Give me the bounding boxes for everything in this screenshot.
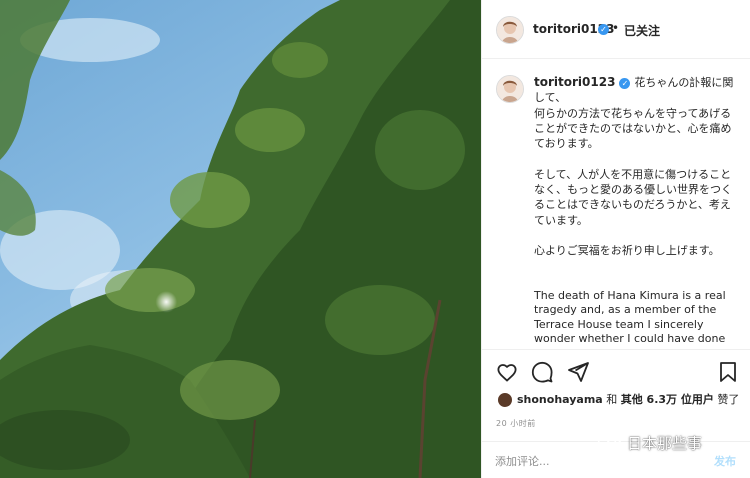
post-side-panel: toritori0123 ✓ • 已关注 toritori0123 ✓ 花ちゃんの訃… [481,0,750,478]
caption-en-paragraph: The death of Hana Kimura is a real trage… [534,288,730,346]
bookmark-icon[interactable] [716,360,740,384]
caption-username[interactable]: toritori0123 [534,75,615,89]
share-icon[interactable] [566,360,590,384]
tree-canopy-image [0,0,481,478]
wechat-watermark: 日本那些事 [597,432,702,456]
post-caption: toritori0123 ✓ 花ちゃんの訃報に関して、 何らかの方法で花ちゃんを守っ… [534,75,734,347]
comment-input[interactable]: 添加评论... [495,453,550,469]
watermark-text: 日本那些事 [627,434,703,453]
caption-ja-paragraph-2: そして、人が人を不用意に傷つけることなく、もっと愛のある優しい世界をつくることは… [534,167,732,227]
post-photo[interactable] [0,0,481,478]
liker-avatar[interactable] [498,393,512,407]
post-header: toritori0123 ✓ • 已关注 [482,0,750,59]
separator-dot: • [612,21,620,35]
verified-badge-icon: ✓ [619,77,631,89]
follow-status-button[interactable]: 已关注 [624,22,660,39]
caption-ja-paragraph-3: 心よりご冥福をお祈り申し上げます。 [534,244,720,258]
likes-suffix: 赞了 [717,393,740,406]
comment-icon[interactable] [530,360,554,384]
post-comment-button[interactable]: 发布 [714,453,736,469]
instagram-post-window: toritori0123 ✓ • 已关注 toritori0123 ✓ 花ちゃんの訃… [0,0,750,478]
verified-badge-icon: ✓ [598,24,609,35]
likes-summary: shonohayama 和 其他 6.3万 位用户 赞了 [498,391,739,407]
caption-scroll-area[interactable]: toritori0123 ✓ 花ちゃんの訃報に関して、 何らかの方法で花ちゃんを守っ… [482,59,750,350]
heart-icon[interactable] [495,360,519,384]
post-action-bar [482,352,750,390]
likes-count-link[interactable]: 其他 6.3万 位用户 [621,393,714,406]
author-avatar[interactable] [496,16,524,44]
likes-conjunction: 和 [606,393,618,406]
post-timestamp[interactable]: 20 小时前 [496,418,536,429]
caption-author-avatar[interactable] [496,75,524,103]
wechat-icon [597,432,623,456]
liker-username[interactable]: shonohayama [517,393,603,406]
